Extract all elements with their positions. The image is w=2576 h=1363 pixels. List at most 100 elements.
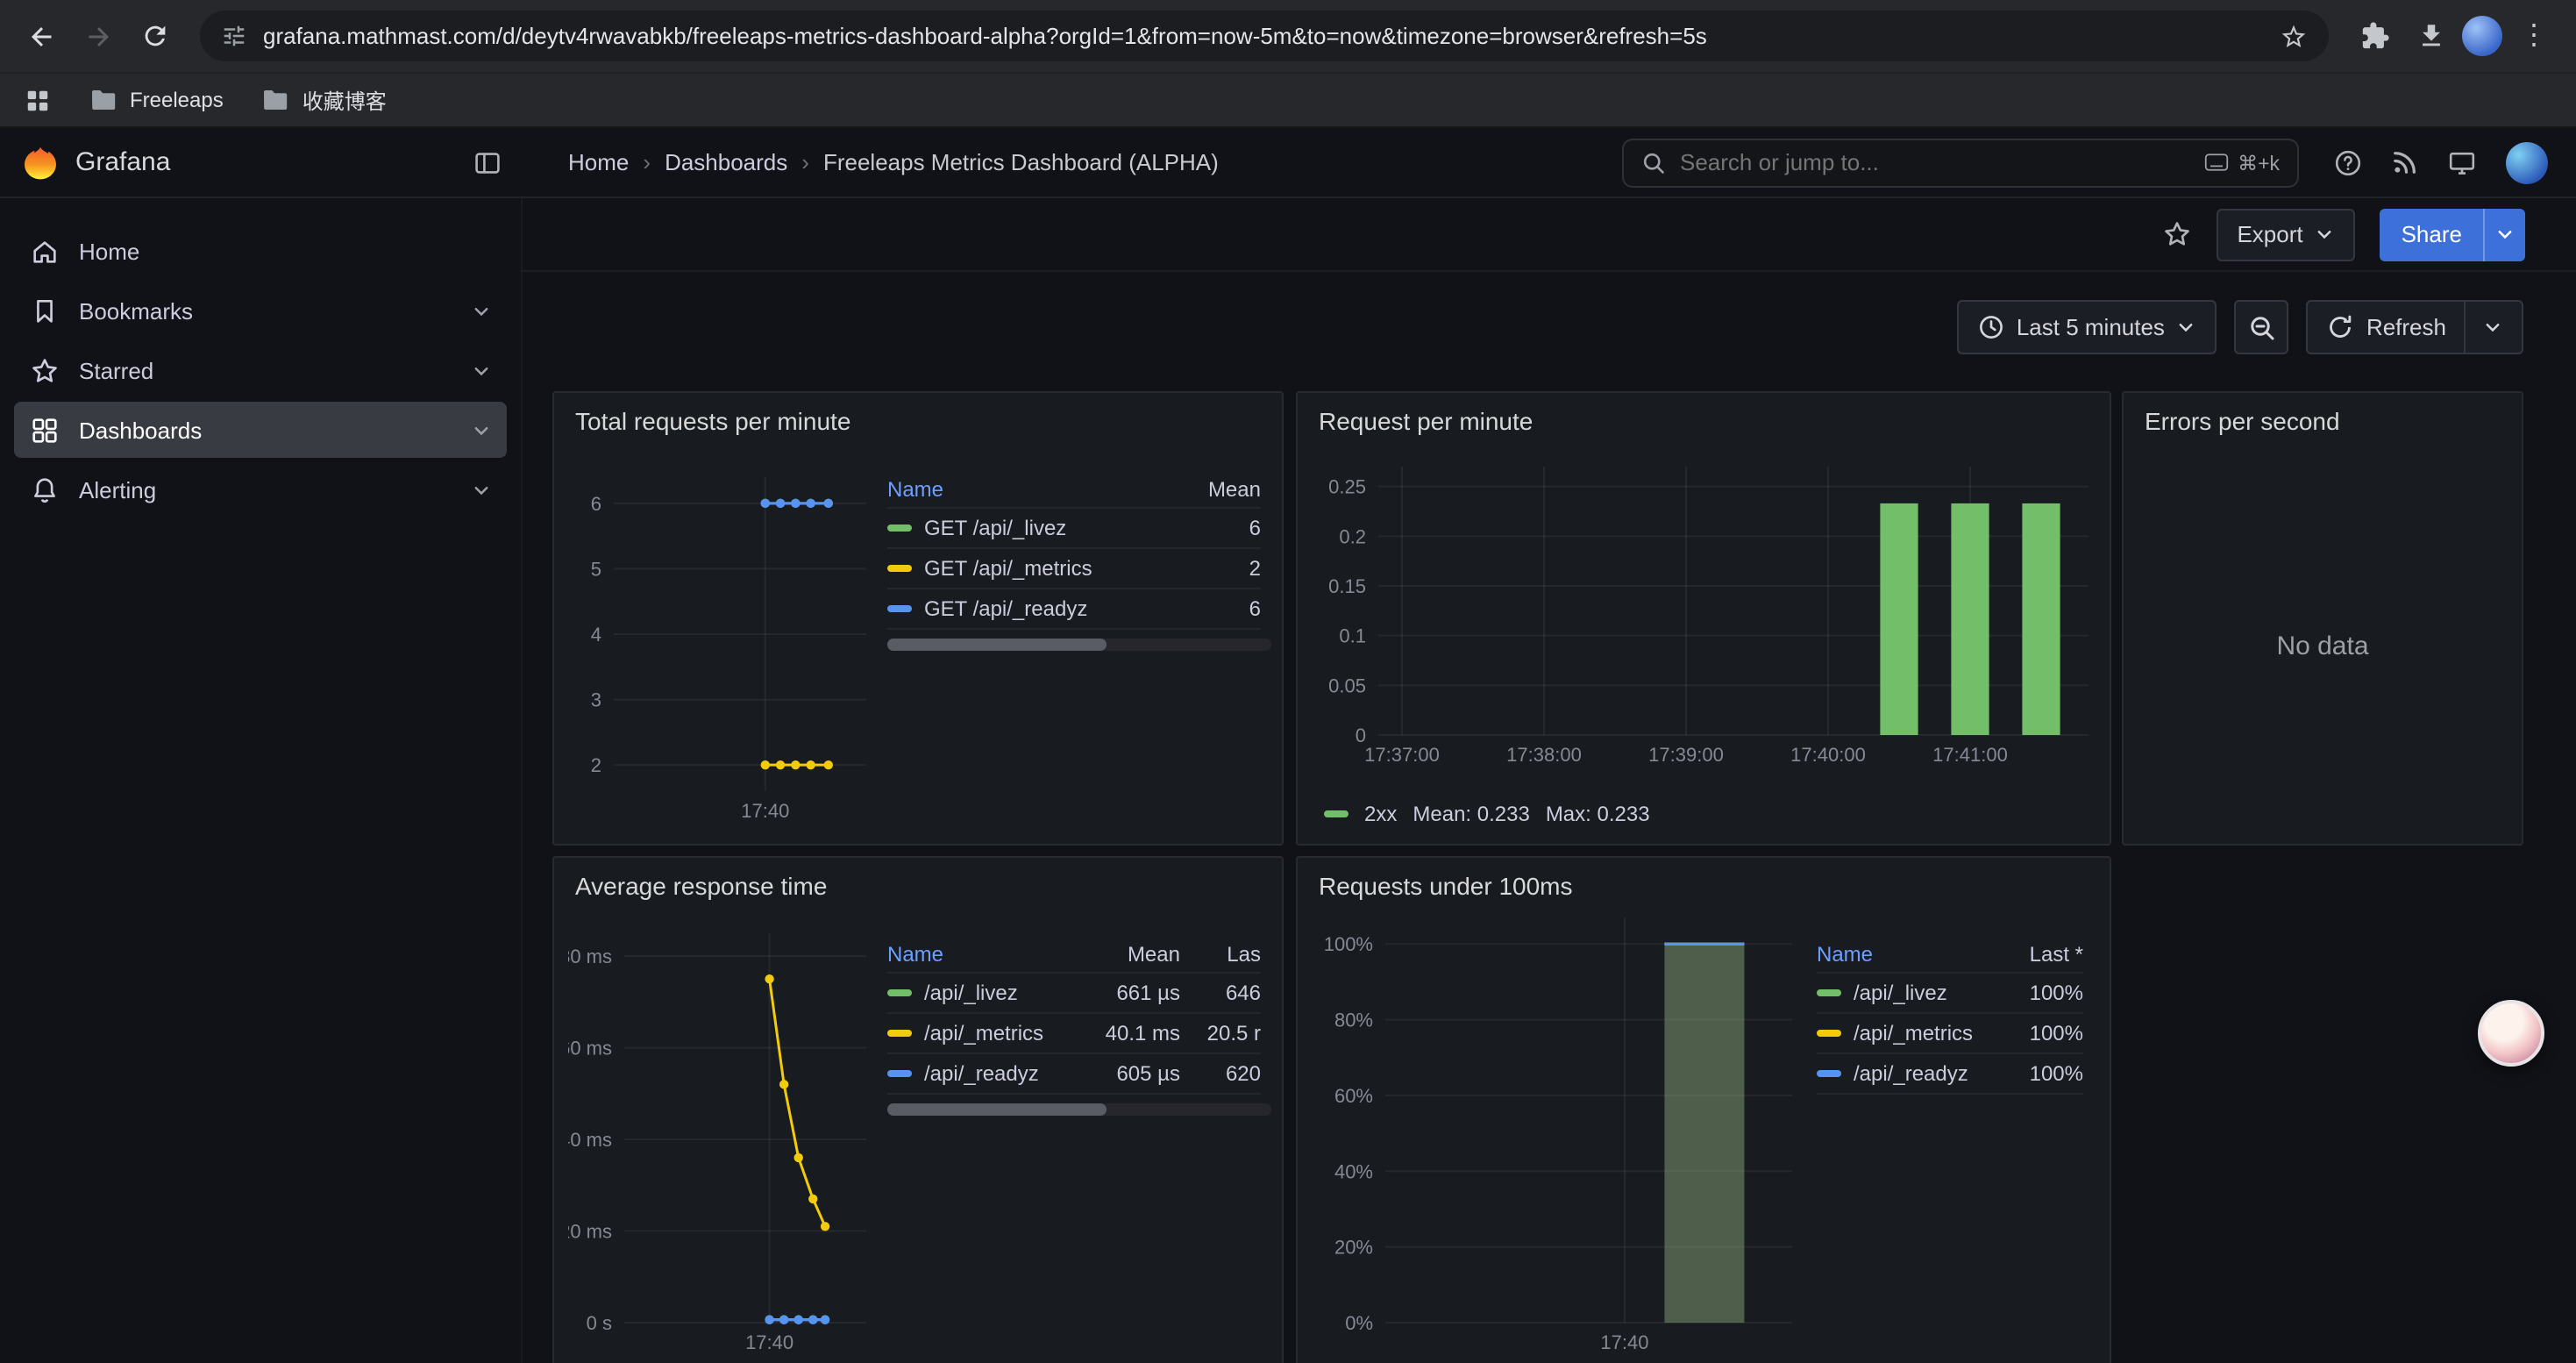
- breadcrumb-separator: ›: [801, 149, 809, 175]
- legend-inline[interactable]: 2xxMean: 0.233Max: 0.233: [1324, 802, 1650, 826]
- profile-avatar[interactable]: [2462, 16, 2502, 56]
- dashboard-canvas: Last 5 minutes Refresh Total requests p: [523, 272, 2576, 1363]
- chevron-down-icon: [2495, 225, 2515, 244]
- rss-icon[interactable]: [2392, 149, 2418, 175]
- legend-table[interactable]: NameMeanLas/api/_livez661 µs646/api/_met…: [887, 935, 1271, 1095]
- browser-menu-icon[interactable]: ⋮: [2509, 11, 2558, 61]
- svg-text:2: 2: [591, 754, 601, 776]
- svg-text:20 ms: 20 ms: [568, 1221, 612, 1243]
- svg-text:17:40: 17:40: [1600, 1331, 1648, 1353]
- svg-text:0.1: 0.1: [1339, 625, 1366, 647]
- divider: [2464, 302, 2466, 353]
- svg-text:17:37:00: 17:37:00: [1364, 744, 1440, 766]
- panel-title[interactable]: Average response time: [575, 872, 827, 900]
- panel-title[interactable]: Total requests per minute: [575, 407, 850, 435]
- site-settings-icon[interactable]: [221, 23, 247, 49]
- favorite-star-icon[interactable]: [2161, 219, 2191, 249]
- back-button[interactable]: [18, 11, 67, 61]
- bookmark-folder-freeleaps[interactable]: Freeleaps: [89, 86, 224, 114]
- downloads-icon[interactable]: [2406, 11, 2455, 61]
- breadcrumb-home[interactable]: Home: [568, 149, 629, 175]
- search-input[interactable]: ⌘+k: [1622, 138, 2299, 187]
- forward-button[interactable]: [74, 11, 123, 61]
- chevron-down-icon[interactable]: [472, 420, 491, 439]
- forward-icon: [82, 20, 114, 52]
- svg-text:6: 6: [591, 493, 601, 515]
- share-button[interactable]: Share: [2380, 208, 2525, 260]
- refresh-icon: [2328, 314, 2354, 340]
- apps-grid-icon[interactable]: [25, 87, 51, 113]
- share-menu-chevron[interactable]: [2483, 208, 2525, 260]
- panel-average-response-time: Average response time 80 ms60 ms40 ms20 …: [552, 856, 1284, 1363]
- grafana-brand: Grafana: [75, 147, 170, 177]
- bookmark-icon: [30, 296, 60, 325]
- chevron-down-icon[interactable]: [472, 480, 491, 499]
- svg-text:0.15: 0.15: [1328, 575, 1366, 597]
- grafana-topnav: Grafana Home › Dashboards › Freeleaps Me…: [0, 128, 2576, 198]
- refresh-interval-chevron[interactable]: [2483, 318, 2502, 337]
- chart-average-response-time[interactable]: 80 ms60 ms40 ms20 ms0 s17:40: [568, 921, 880, 1363]
- svg-text:4: 4: [591, 624, 601, 646]
- svg-text:0.25: 0.25: [1328, 476, 1366, 498]
- time-controls: Last 5 minutes Refresh: [1957, 300, 2523, 354]
- home-icon: [30, 236, 60, 266]
- floating-avatar[interactable]: [2478, 1000, 2544, 1067]
- reload-icon: [139, 21, 169, 51]
- sidebar-item-starred[interactable]: Starred: [14, 342, 507, 398]
- sidebar-item-bookmarks[interactable]: Bookmarks: [14, 282, 507, 339]
- sidebar-item-home[interactable]: Home: [14, 223, 507, 279]
- chart-request-per-minute[interactable]: 0.250.20.150.10.05017:37:0017:38:0017:39…: [1308, 446, 2099, 793]
- scrollbar-thumb[interactable]: [887, 639, 1107, 651]
- search-placeholder[interactable]: [1680, 149, 2190, 175]
- monitor-icon[interactable]: [2448, 148, 2476, 176]
- grafana-logo[interactable]: [21, 143, 60, 182]
- chevron-down-icon: [2177, 318, 2196, 337]
- sidebar-item-alerting[interactable]: Alerting: [14, 461, 507, 517]
- bookmark-folder-blogs[interactable]: 收藏博客: [262, 85, 387, 115]
- url-bar[interactable]: grafana.mathmast.com/d/deytv4rwavabkb/fr…: [200, 11, 2329, 61]
- sidebar-item-dashboards[interactable]: Dashboards: [14, 402, 507, 458]
- svg-text:17:41:00: 17:41:00: [1932, 744, 2008, 766]
- zoom-out-icon[interactable]: [2235, 300, 2289, 354]
- svg-text:17:39:00: 17:39:00: [1648, 744, 1724, 766]
- chart-requests-under-100ms[interactable]: 100%80%60%40%20%0%17:40: [1308, 914, 1806, 1356]
- chevron-down-icon[interactable]: [472, 360, 491, 380]
- legend-scrollbar[interactable]: [887, 1103, 1271, 1116]
- panel-title[interactable]: Request per minute: [1319, 407, 1533, 435]
- svg-text:3: 3: [591, 689, 601, 711]
- help-icon[interactable]: [2334, 148, 2362, 176]
- keyboard-icon: [2204, 153, 2229, 172]
- legend-scrollbar[interactable]: [887, 639, 1271, 651]
- reload-button[interactable]: [130, 11, 179, 61]
- legend-table[interactable]: NameLast */api/_livez100%/api/_metrics10…: [1817, 935, 2094, 1095]
- clock-icon: [1978, 314, 2004, 340]
- chevron-down-icon[interactable]: [472, 301, 491, 320]
- bookmark-star-icon[interactable]: [2280, 22, 2308, 50]
- breadcrumb-dashboards[interactable]: Dashboards: [665, 149, 787, 175]
- svg-text:0.05: 0.05: [1328, 674, 1366, 696]
- panel-title[interactable]: Requests under 100ms: [1319, 872, 1573, 900]
- refresh-button[interactable]: Refresh: [2307, 300, 2523, 354]
- folder-icon: [262, 86, 290, 114]
- legend-table[interactable]: NameMeanGET /api/_livez6GET /api/_metric…: [887, 470, 1271, 630]
- keyboard-shortcut: ⌘+k: [2204, 150, 2280, 175]
- svg-text:40%: 40%: [1334, 1160, 1373, 1182]
- svg-text:5: 5: [591, 558, 601, 580]
- svg-text:17:40: 17:40: [745, 1331, 793, 1353]
- browser-toolbar: grafana.mathmast.com/d/deytv4rwavabkb/fr…: [0, 0, 2576, 72]
- svg-text:17:40:00: 17:40:00: [1790, 744, 1866, 766]
- export-button[interactable]: Export: [2216, 208, 2355, 260]
- dashboard-toolbar: Export Share: [523, 198, 2576, 272]
- time-range-picker[interactable]: Last 5 minutes: [1957, 300, 2217, 354]
- apps-icon: [30, 415, 60, 445]
- bell-icon: [30, 475, 60, 504]
- url-text[interactable]: grafana.mathmast.com/d/deytv4rwavabkb/fr…: [263, 23, 2264, 49]
- extensions-icon[interactable]: [2350, 11, 2399, 61]
- user-avatar[interactable]: [2506, 141, 2548, 183]
- svg-text:20%: 20%: [1334, 1237, 1373, 1259]
- chart-total-requests[interactable]: 6543217:40: [568, 456, 880, 833]
- scrollbar-thumb[interactable]: [887, 1103, 1107, 1116]
- panel-title[interactable]: Errors per second: [2145, 407, 2340, 435]
- sidebar-toggle-icon[interactable]: [473, 148, 502, 176]
- svg-text:60 ms: 60 ms: [568, 1038, 612, 1060]
